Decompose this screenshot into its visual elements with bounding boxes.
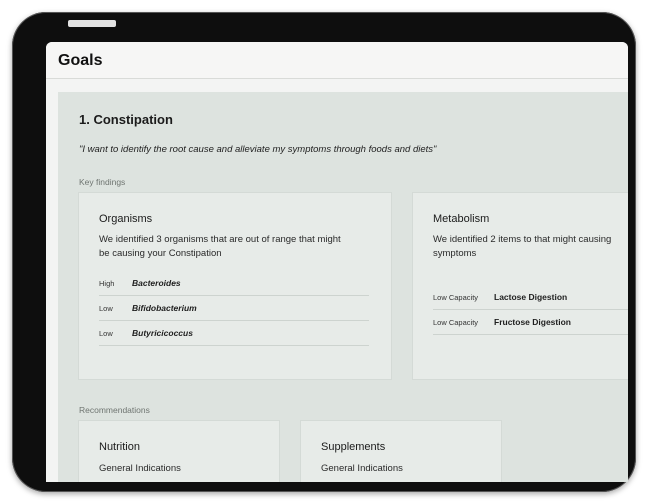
recommendations-label: Recommendations xyxy=(79,405,150,415)
metabolism-description-line: We identified 2 items to that might caus… xyxy=(433,234,612,245)
goal-quote: "I want to identify the root cause and a… xyxy=(79,144,437,155)
goal-panel: 1. Constipation "I want to identify the … xyxy=(58,92,628,482)
organisms-description-line: We identified 3 organisms that are out o… xyxy=(99,234,341,245)
metabolism-description-line: symptoms xyxy=(433,248,477,259)
tablet-frame: Goals 1. Constipation "I want to identif… xyxy=(12,12,636,492)
organism-row[interactable]: Low Bifidobacterium xyxy=(99,296,369,321)
organism-row[interactable]: High Bacteroides xyxy=(99,271,369,296)
organisms-card[interactable]: Organisms We identified 3 organisms that… xyxy=(78,192,392,380)
organisms-card-description: We identified 3 organisms that are out o… xyxy=(99,233,341,261)
page-title: Goals xyxy=(58,52,103,69)
metabolism-row[interactable]: Low Capacity Fructose Digestion xyxy=(433,310,628,335)
metabolism-item-name: Lactose Digestion xyxy=(494,292,568,302)
screen: Goals 1. Constipation "I want to identif… xyxy=(46,42,628,482)
supplements-card[interactable]: Supplements General Indications xyxy=(300,420,502,482)
nutrition-card[interactable]: Nutrition General Indications xyxy=(78,420,280,482)
organisms-card-title: Organisms xyxy=(99,213,153,225)
metabolism-card[interactable]: Metabolism We identified 2 items to that… xyxy=(412,192,628,380)
organism-name: Bacteroides xyxy=(132,278,181,288)
organism-name: Butyricicoccus xyxy=(132,328,193,338)
level-tag: Low xyxy=(99,328,113,338)
nutrition-card-title: Nutrition xyxy=(99,441,140,453)
metabolism-card-description: We identified 2 items to that might caus… xyxy=(433,233,611,261)
goal-title: 1. Constipation xyxy=(79,112,173,127)
supplements-card-title: Supplements xyxy=(321,441,386,453)
organism-row[interactable]: Low Butyricicoccus xyxy=(99,321,369,346)
key-findings-label: Key findings xyxy=(79,177,126,187)
metabolism-item-name: Fructose Digestion xyxy=(494,317,571,327)
metabolism-row[interactable]: Low Capacity Lactose Digestion xyxy=(433,285,628,310)
supplements-card-subtitle: General Indications xyxy=(321,463,403,474)
level-tag: High xyxy=(99,278,115,288)
tablet-top-tab xyxy=(68,20,116,27)
metabolism-card-title: Metabolism xyxy=(433,213,490,225)
capacity-tag: Low Capacity xyxy=(433,317,479,327)
nutrition-card-subtitle: General Indications xyxy=(99,463,181,474)
level-tag: Low xyxy=(99,303,113,313)
page-header: Goals xyxy=(46,42,628,79)
capacity-tag: Low Capacity xyxy=(433,292,479,302)
organisms-description-line: be causing your Constipation xyxy=(99,248,222,259)
organism-name: Bifidobacterium xyxy=(132,303,197,313)
